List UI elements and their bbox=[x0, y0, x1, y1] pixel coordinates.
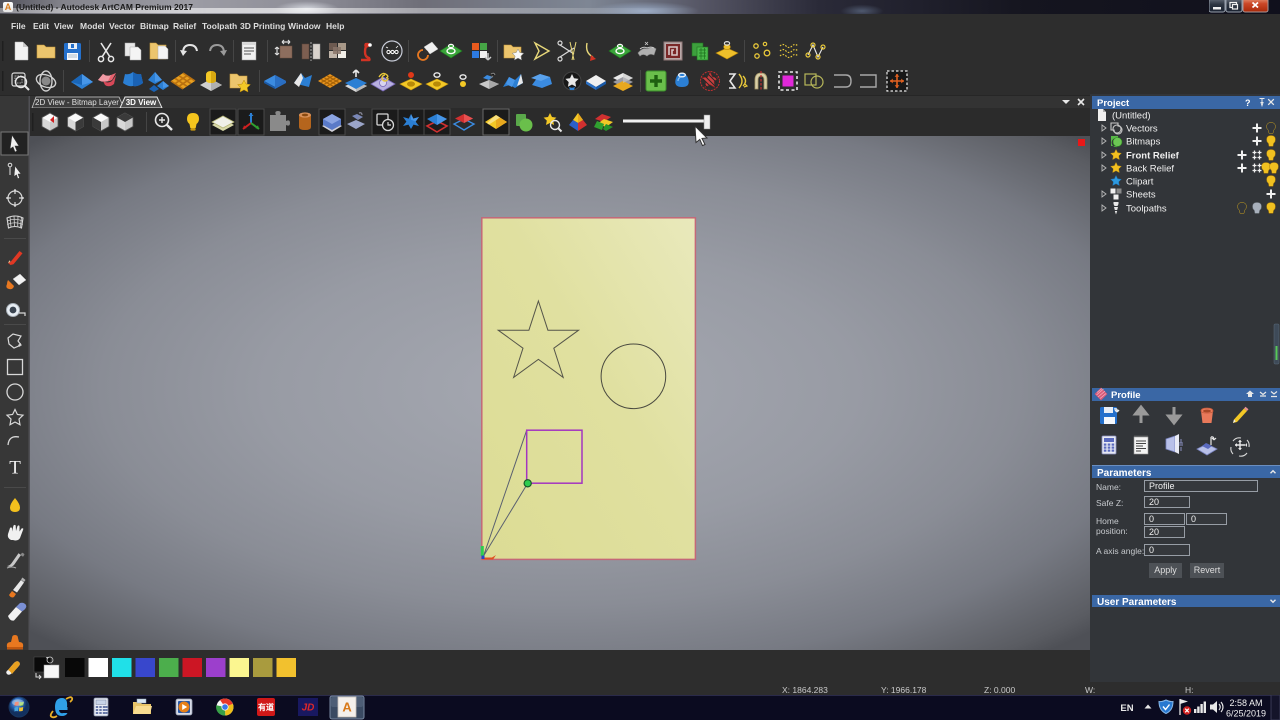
svg-text:?: ? bbox=[1245, 98, 1251, 108]
svg-text:User Parameters: User Parameters bbox=[1097, 597, 1177, 608]
svg-text:2D View - Bitmap Layer: 2D View - Bitmap Layer bbox=[35, 98, 119, 107]
svg-text:Bitmaps: Bitmaps bbox=[1126, 137, 1161, 148]
svg-text:有道: 有道 bbox=[258, 702, 274, 712]
svg-text:Project: Project bbox=[1097, 98, 1130, 109]
svg-text:Profile: Profile bbox=[1111, 390, 1141, 401]
svg-text:JD: JD bbox=[302, 703, 315, 714]
svg-text:Parameters: Parameters bbox=[1097, 468, 1152, 479]
svg-text:A: A bbox=[342, 700, 352, 715]
svg-text:Front Relief: Front Relief bbox=[1126, 151, 1180, 162]
svg-text:(Untitled): (Untitled) bbox=[1112, 111, 1151, 122]
svg-text:Toolpaths: Toolpaths bbox=[1126, 204, 1167, 215]
svg-text:3D View: 3D View bbox=[126, 98, 157, 107]
svg-text:T: T bbox=[9, 458, 21, 479]
svg-text:Clipart: Clipart bbox=[1126, 177, 1154, 188]
svg-text:EN: EN bbox=[1120, 703, 1133, 714]
svg-text:2:58 AM: 2:58 AM bbox=[1229, 698, 1262, 708]
svg-text:Sheets: Sheets bbox=[1126, 190, 1156, 201]
svg-text:6/25/2019: 6/25/2019 bbox=[1226, 709, 1266, 719]
svg-text:Vectors: Vectors bbox=[1126, 124, 1158, 135]
svg-text:Back Relief: Back Relief bbox=[1126, 164, 1174, 175]
